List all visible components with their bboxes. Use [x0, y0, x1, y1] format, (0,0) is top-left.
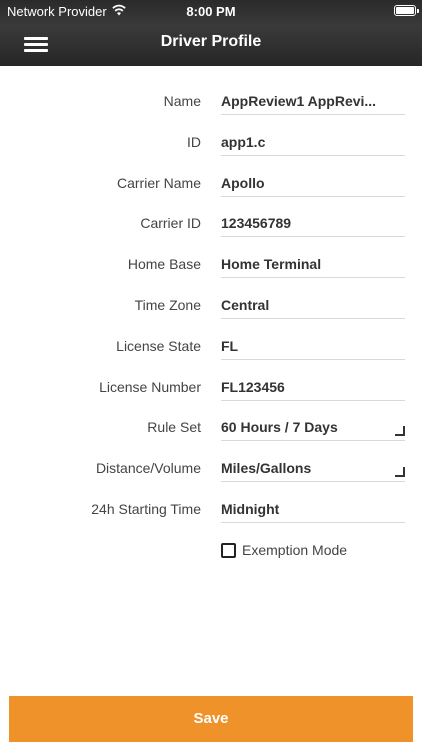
field-license-number: License Number FL123456	[0, 367, 422, 408]
distance-volume-label: Distance/Volume	[95, 460, 201, 477]
carrier-id-field[interactable]: 123456789	[221, 215, 405, 238]
page-title: Driver Profile	[160, 33, 262, 50]
field-home-base: Home Base Home Terminal	[0, 244, 422, 285]
exemption-mode-label: Exemption Mode	[242, 542, 348, 558]
rule-set-label: Rule Set	[147, 419, 201, 436]
license-state-label: License State	[116, 337, 201, 354]
field-id: ID app1.c	[0, 122, 422, 163]
license-number-label: License Number	[99, 378, 201, 395]
carrier-id-label: Carrier ID	[140, 215, 201, 232]
starting-time-label: 24h Starting Time	[91, 500, 201, 517]
home-base-field[interactable]: Home Terminal	[221, 256, 405, 279]
field-time-zone: Time Zone Central	[0, 285, 422, 326]
status-bar: Network Provider 8:00 PM	[0, 0, 422, 22]
field-rule-set: Rule Set 60 Hours / 7 Days	[0, 407, 422, 448]
field-starting-time: 24h Starting Time Midnight	[0, 489, 422, 530]
driver-profile-form: Name AppReview1 AppRevi... ID app1.c Car…	[0, 81, 422, 530]
time-zone-label: Time Zone	[134, 296, 201, 313]
carrier-name-label: Carrier Name	[116, 174, 201, 191]
dropdown-corner-icon[interactable]	[395, 467, 405, 478]
id-label: ID	[187, 133, 201, 150]
field-carrier-name: Carrier Name Apollo	[0, 163, 422, 204]
save-button[interactable]: Save	[9, 696, 413, 742]
license-number-field[interactable]: FL123456	[221, 379, 405, 401]
exemption-checkbox[interactable]	[221, 542, 236, 558]
id-field[interactable]: app1.c	[221, 134, 405, 156]
exemption-mode-toggle[interactable]: Exemption Mode	[221, 541, 347, 559]
field-name: Name AppReview1 AppRevi...	[0, 81, 422, 122]
distance-volume-select[interactable]: Miles/Gallons	[221, 460, 405, 483]
carrier-name-field[interactable]: Apollo	[221, 175, 405, 197]
field-carrier-id: Carrier ID 123456789	[0, 203, 422, 244]
home-base-label: Home Base	[127, 256, 201, 273]
dropdown-corner-icon[interactable]	[395, 426, 405, 437]
navigation-header: Network Provider 8:00 PM Driver Profile	[0, 0, 422, 66]
starting-time-field[interactable]: Midnight	[221, 501, 405, 523]
name-label: Name	[163, 93, 201, 109]
time-zone-field[interactable]: Central	[221, 297, 405, 319]
status-time: 8:00 PM	[186, 4, 236, 19]
license-state-field[interactable]: FL	[221, 338, 405, 360]
field-license-state: License State FL	[0, 326, 422, 367]
field-distance-volume: Distance/Volume Miles/Gallons	[0, 448, 422, 489]
rule-set-select[interactable]: 60 Hours / 7 Days	[221, 419, 405, 442]
name-field[interactable]: AppReview1 AppRevi...	[221, 93, 405, 115]
battery-icon	[394, 5, 419, 16]
